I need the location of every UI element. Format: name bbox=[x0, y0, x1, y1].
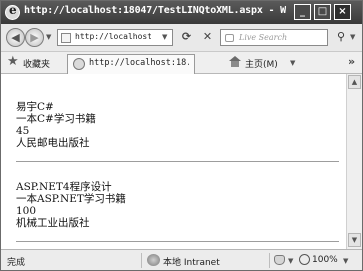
zoom-level[interactable]: 100% bbox=[312, 255, 338, 265]
scroll-up-arrow-icon[interactable]: ▲ bbox=[348, 75, 361, 89]
maximize-button[interactable]: □ bbox=[314, 4, 331, 20]
book-author: 易宇C# bbox=[16, 101, 54, 113]
book-publisher: 机械工业出版社 bbox=[16, 217, 90, 229]
divider bbox=[16, 241, 339, 242]
search-provider-icon bbox=[225, 34, 234, 42]
search-options-chevron-down-icon[interactable]: ▼ bbox=[350, 33, 355, 41]
search-icon[interactable]: ⚲ bbox=[334, 30, 348, 45]
search-input[interactable]: Live Search bbox=[220, 29, 328, 46]
address-toolbar: ◀ ▶ ▼ http://localhost:1 ▼ ⟳ ✕ Live Sear… bbox=[1, 24, 362, 52]
address-url: http://localhost:1 bbox=[75, 32, 151, 41]
vertical-scrollbar[interactable]: ▲ ▼ bbox=[346, 74, 362, 249]
zoom-magnifier-icon[interactable] bbox=[299, 254, 310, 265]
more-tools-chevron-icon[interactable]: » bbox=[348, 55, 355, 68]
back-button[interactable]: ◀ bbox=[6, 28, 25, 47]
search-placeholder: Live Search bbox=[239, 33, 288, 42]
status-separator bbox=[269, 253, 270, 268]
security-zone[interactable]: 本地 Intranet bbox=[163, 255, 220, 268]
favorites-star-icon[interactable]: ★ bbox=[7, 55, 19, 69]
recent-pages-chevron-down-icon[interactable]: ▼ bbox=[46, 33, 51, 41]
forward-button[interactable]: ▶ bbox=[25, 28, 44, 47]
book-price: 100 bbox=[16, 205, 37, 217]
status-text: 完成 bbox=[7, 258, 26, 268]
address-dropdown-chevron-down-icon[interactable]: ▼ bbox=[162, 33, 167, 41]
book-author: ASP.NET4程序设计 bbox=[16, 181, 112, 193]
close-button[interactable]: × bbox=[334, 4, 351, 20]
refresh-icon[interactable]: ⟳ bbox=[179, 30, 194, 45]
page-icon bbox=[61, 33, 71, 43]
protected-mode-icon[interactable] bbox=[274, 255, 285, 265]
book-title: 一本ASP.NET学习书籍 bbox=[16, 193, 126, 205]
protected-mode-chevron-down-icon[interactable]: ▼ bbox=[288, 257, 293, 265]
title-bar: http://localhost:18047/TestLINQtoXML.asp… bbox=[1, 1, 362, 24]
browser-window: http://localhost:18047/TestLINQtoXML.asp… bbox=[0, 0, 363, 271]
home-icon[interactable] bbox=[229, 56, 242, 68]
minimize-button[interactable]: _ bbox=[294, 4, 311, 20]
home-dropdown-chevron-down-icon[interactable]: ▼ bbox=[290, 59, 295, 67]
page-content: 易宇C# 一本C#学习书籍 45 人民邮电出版社 ASP.NET4程序设计 一本… bbox=[1, 74, 346, 249]
ie-logo-icon bbox=[5, 3, 20, 20]
status-bar: 完成 本地 Intranet ▼ 100% ▼ bbox=[1, 249, 362, 270]
book-publisher: 人民邮电出版社 bbox=[16, 137, 90, 149]
tab-label: http://localhost:18... bbox=[89, 58, 189, 68]
book-entry: ASP.NET4程序设计 一本ASP.NET学习书籍 100 机械工业出版社 bbox=[16, 181, 346, 229]
status-separator bbox=[141, 253, 142, 268]
ie-page-icon bbox=[73, 58, 85, 70]
window-title: http://localhost:18047/TestLINQtoXML.asp… bbox=[24, 5, 286, 16]
home-label[interactable]: 主页(M) bbox=[245, 57, 278, 70]
favorites-bar: ★ 收藏夹 http://localhost:18... 主页(M) ▼ » bbox=[1, 52, 362, 74]
divider bbox=[16, 161, 339, 162]
address-input[interactable]: http://localhost:1 ▼ bbox=[57, 29, 173, 46]
book-title: 一本C#学习书籍 bbox=[16, 113, 96, 125]
intranet-zone-icon bbox=[147, 254, 160, 266]
zoom-chevron-down-icon[interactable]: ▼ bbox=[343, 257, 348, 265]
stop-icon[interactable]: ✕ bbox=[200, 30, 215, 45]
scroll-down-arrow-icon[interactable]: ▼ bbox=[348, 233, 361, 247]
favorites-label[interactable]: 收藏夹 bbox=[23, 57, 50, 70]
tab-current-page[interactable]: http://localhost:18... bbox=[67, 54, 195, 74]
book-price: 45 bbox=[16, 125, 30, 137]
book-entry: 易宇C# 一本C#学习书籍 45 人民邮电出版社 bbox=[16, 101, 346, 149]
